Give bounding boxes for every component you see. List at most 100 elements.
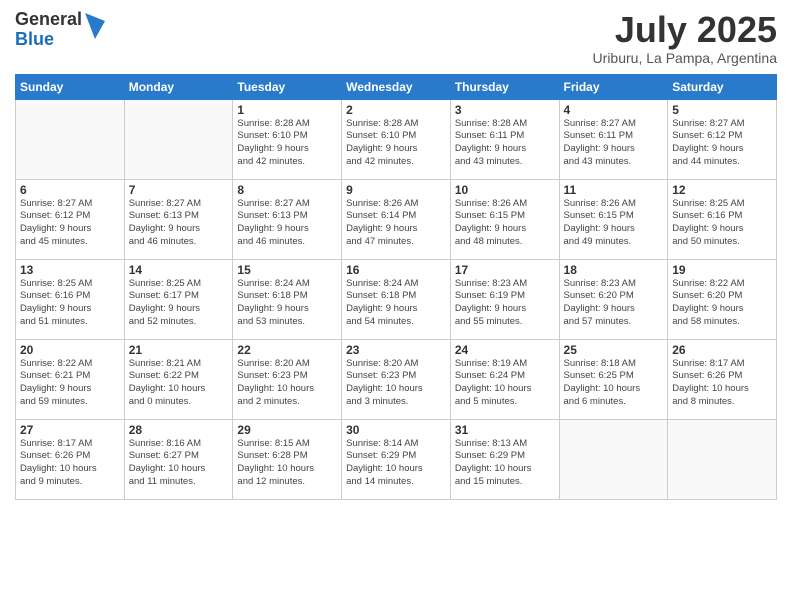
day-number: 5 (672, 103, 772, 117)
day-info: Sunrise: 8:15 AM Sunset: 6:28 PM Dayligh… (237, 438, 337, 489)
day-info: Sunrise: 8:28 AM Sunset: 6:11 PM Dayligh… (455, 118, 555, 169)
calendar-page: General Blue July 2025 Uriburu, La Pampa… (0, 0, 792, 612)
day-number: 28 (129, 423, 229, 437)
table-row: 1Sunrise: 8:28 AM Sunset: 6:10 PM Daylig… (233, 99, 342, 179)
col-thursday: Thursday (450, 74, 559, 99)
table-row: 2Sunrise: 8:28 AM Sunset: 6:10 PM Daylig… (342, 99, 451, 179)
calendar-week-row: 20Sunrise: 8:22 AM Sunset: 6:21 PM Dayli… (16, 339, 777, 419)
day-number: 30 (346, 423, 446, 437)
table-row: 23Sunrise: 8:20 AM Sunset: 6:23 PM Dayli… (342, 339, 451, 419)
day-number: 22 (237, 343, 337, 357)
day-number: 3 (455, 103, 555, 117)
day-info: Sunrise: 8:23 AM Sunset: 6:19 PM Dayligh… (455, 278, 555, 329)
day-info: Sunrise: 8:26 AM Sunset: 6:15 PM Dayligh… (455, 198, 555, 249)
calendar-table: Sunday Monday Tuesday Wednesday Thursday… (15, 74, 777, 500)
day-number: 2 (346, 103, 446, 117)
table-row: 20Sunrise: 8:22 AM Sunset: 6:21 PM Dayli… (16, 339, 125, 419)
logo-general: General (15, 10, 82, 30)
table-row: 21Sunrise: 8:21 AM Sunset: 6:22 PM Dayli… (124, 339, 233, 419)
table-row: 29Sunrise: 8:15 AM Sunset: 6:28 PM Dayli… (233, 419, 342, 499)
day-number: 6 (20, 183, 120, 197)
table-row (16, 99, 125, 179)
day-info: Sunrise: 8:18 AM Sunset: 6:25 PM Dayligh… (564, 358, 664, 409)
table-row: 30Sunrise: 8:14 AM Sunset: 6:29 PM Dayli… (342, 419, 451, 499)
subtitle: Uriburu, La Pampa, Argentina (593, 50, 777, 66)
calendar-week-row: 6Sunrise: 8:27 AM Sunset: 6:12 PM Daylig… (16, 179, 777, 259)
table-row: 27Sunrise: 8:17 AM Sunset: 6:26 PM Dayli… (16, 419, 125, 499)
day-info: Sunrise: 8:21 AM Sunset: 6:22 PM Dayligh… (129, 358, 229, 409)
day-info: Sunrise: 8:26 AM Sunset: 6:14 PM Dayligh… (346, 198, 446, 249)
day-number: 23 (346, 343, 446, 357)
day-info: Sunrise: 8:25 AM Sunset: 6:17 PM Dayligh… (129, 278, 229, 329)
day-info: Sunrise: 8:28 AM Sunset: 6:10 PM Dayligh… (237, 118, 337, 169)
day-info: Sunrise: 8:19 AM Sunset: 6:24 PM Dayligh… (455, 358, 555, 409)
table-row: 26Sunrise: 8:17 AM Sunset: 6:26 PM Dayli… (668, 339, 777, 419)
day-info: Sunrise: 8:23 AM Sunset: 6:20 PM Dayligh… (564, 278, 664, 329)
table-row: 10Sunrise: 8:26 AM Sunset: 6:15 PM Dayli… (450, 179, 559, 259)
day-info: Sunrise: 8:27 AM Sunset: 6:13 PM Dayligh… (237, 198, 337, 249)
day-info: Sunrise: 8:25 AM Sunset: 6:16 PM Dayligh… (672, 198, 772, 249)
table-row: 19Sunrise: 8:22 AM Sunset: 6:20 PM Dayli… (668, 259, 777, 339)
table-row: 24Sunrise: 8:19 AM Sunset: 6:24 PM Dayli… (450, 339, 559, 419)
table-row: 16Sunrise: 8:24 AM Sunset: 6:18 PM Dayli… (342, 259, 451, 339)
table-row: 13Sunrise: 8:25 AM Sunset: 6:16 PM Dayli… (16, 259, 125, 339)
table-row: 9Sunrise: 8:26 AM Sunset: 6:14 PM Daylig… (342, 179, 451, 259)
col-wednesday: Wednesday (342, 74, 451, 99)
day-number: 9 (346, 183, 446, 197)
title-area: July 2025 Uriburu, La Pampa, Argentina (593, 10, 777, 66)
day-info: Sunrise: 8:22 AM Sunset: 6:21 PM Dayligh… (20, 358, 120, 409)
table-row: 31Sunrise: 8:13 AM Sunset: 6:29 PM Dayli… (450, 419, 559, 499)
col-friday: Friday (559, 74, 668, 99)
day-info: Sunrise: 8:22 AM Sunset: 6:20 PM Dayligh… (672, 278, 772, 329)
day-info: Sunrise: 8:14 AM Sunset: 6:29 PM Dayligh… (346, 438, 446, 489)
table-row: 11Sunrise: 8:26 AM Sunset: 6:15 PM Dayli… (559, 179, 668, 259)
table-row (559, 419, 668, 499)
calendar-week-row: 13Sunrise: 8:25 AM Sunset: 6:16 PM Dayli… (16, 259, 777, 339)
calendar-week-row: 27Sunrise: 8:17 AM Sunset: 6:26 PM Dayli… (16, 419, 777, 499)
table-row (668, 419, 777, 499)
table-row: 5Sunrise: 8:27 AM Sunset: 6:12 PM Daylig… (668, 99, 777, 179)
table-row: 15Sunrise: 8:24 AM Sunset: 6:18 PM Dayli… (233, 259, 342, 339)
table-row: 17Sunrise: 8:23 AM Sunset: 6:19 PM Dayli… (450, 259, 559, 339)
day-number: 12 (672, 183, 772, 197)
col-tuesday: Tuesday (233, 74, 342, 99)
table-row: 4Sunrise: 8:27 AM Sunset: 6:11 PM Daylig… (559, 99, 668, 179)
day-info: Sunrise: 8:24 AM Sunset: 6:18 PM Dayligh… (346, 278, 446, 329)
day-number: 17 (455, 263, 555, 277)
day-number: 20 (20, 343, 120, 357)
table-row: 12Sunrise: 8:25 AM Sunset: 6:16 PM Dayli… (668, 179, 777, 259)
day-number: 21 (129, 343, 229, 357)
logo: General Blue (15, 10, 105, 50)
logo-blue: Blue (15, 30, 82, 50)
calendar-header-row: Sunday Monday Tuesday Wednesday Thursday… (16, 74, 777, 99)
day-number: 19 (672, 263, 772, 277)
day-number: 13 (20, 263, 120, 277)
day-info: Sunrise: 8:20 AM Sunset: 6:23 PM Dayligh… (346, 358, 446, 409)
day-number: 10 (455, 183, 555, 197)
day-info: Sunrise: 8:24 AM Sunset: 6:18 PM Dayligh… (237, 278, 337, 329)
day-number: 16 (346, 263, 446, 277)
day-info: Sunrise: 8:27 AM Sunset: 6:12 PM Dayligh… (20, 198, 120, 249)
day-info: Sunrise: 8:27 AM Sunset: 6:12 PM Dayligh… (672, 118, 772, 169)
day-info: Sunrise: 8:25 AM Sunset: 6:16 PM Dayligh… (20, 278, 120, 329)
table-row: 8Sunrise: 8:27 AM Sunset: 6:13 PM Daylig… (233, 179, 342, 259)
day-info: Sunrise: 8:28 AM Sunset: 6:10 PM Dayligh… (346, 118, 446, 169)
day-number: 11 (564, 183, 664, 197)
day-info: Sunrise: 8:13 AM Sunset: 6:29 PM Dayligh… (455, 438, 555, 489)
day-number: 1 (237, 103, 337, 117)
day-number: 24 (455, 343, 555, 357)
month-title: July 2025 (593, 10, 777, 50)
table-row: 6Sunrise: 8:27 AM Sunset: 6:12 PM Daylig… (16, 179, 125, 259)
day-number: 8 (237, 183, 337, 197)
day-info: Sunrise: 8:20 AM Sunset: 6:23 PM Dayligh… (237, 358, 337, 409)
day-number: 27 (20, 423, 120, 437)
day-info: Sunrise: 8:17 AM Sunset: 6:26 PM Dayligh… (20, 438, 120, 489)
day-number: 15 (237, 263, 337, 277)
table-row: 28Sunrise: 8:16 AM Sunset: 6:27 PM Dayli… (124, 419, 233, 499)
table-row: 25Sunrise: 8:18 AM Sunset: 6:25 PM Dayli… (559, 339, 668, 419)
day-number: 26 (672, 343, 772, 357)
table-row: 18Sunrise: 8:23 AM Sunset: 6:20 PM Dayli… (559, 259, 668, 339)
day-number: 18 (564, 263, 664, 277)
day-info: Sunrise: 8:16 AM Sunset: 6:27 PM Dayligh… (129, 438, 229, 489)
table-row (124, 99, 233, 179)
